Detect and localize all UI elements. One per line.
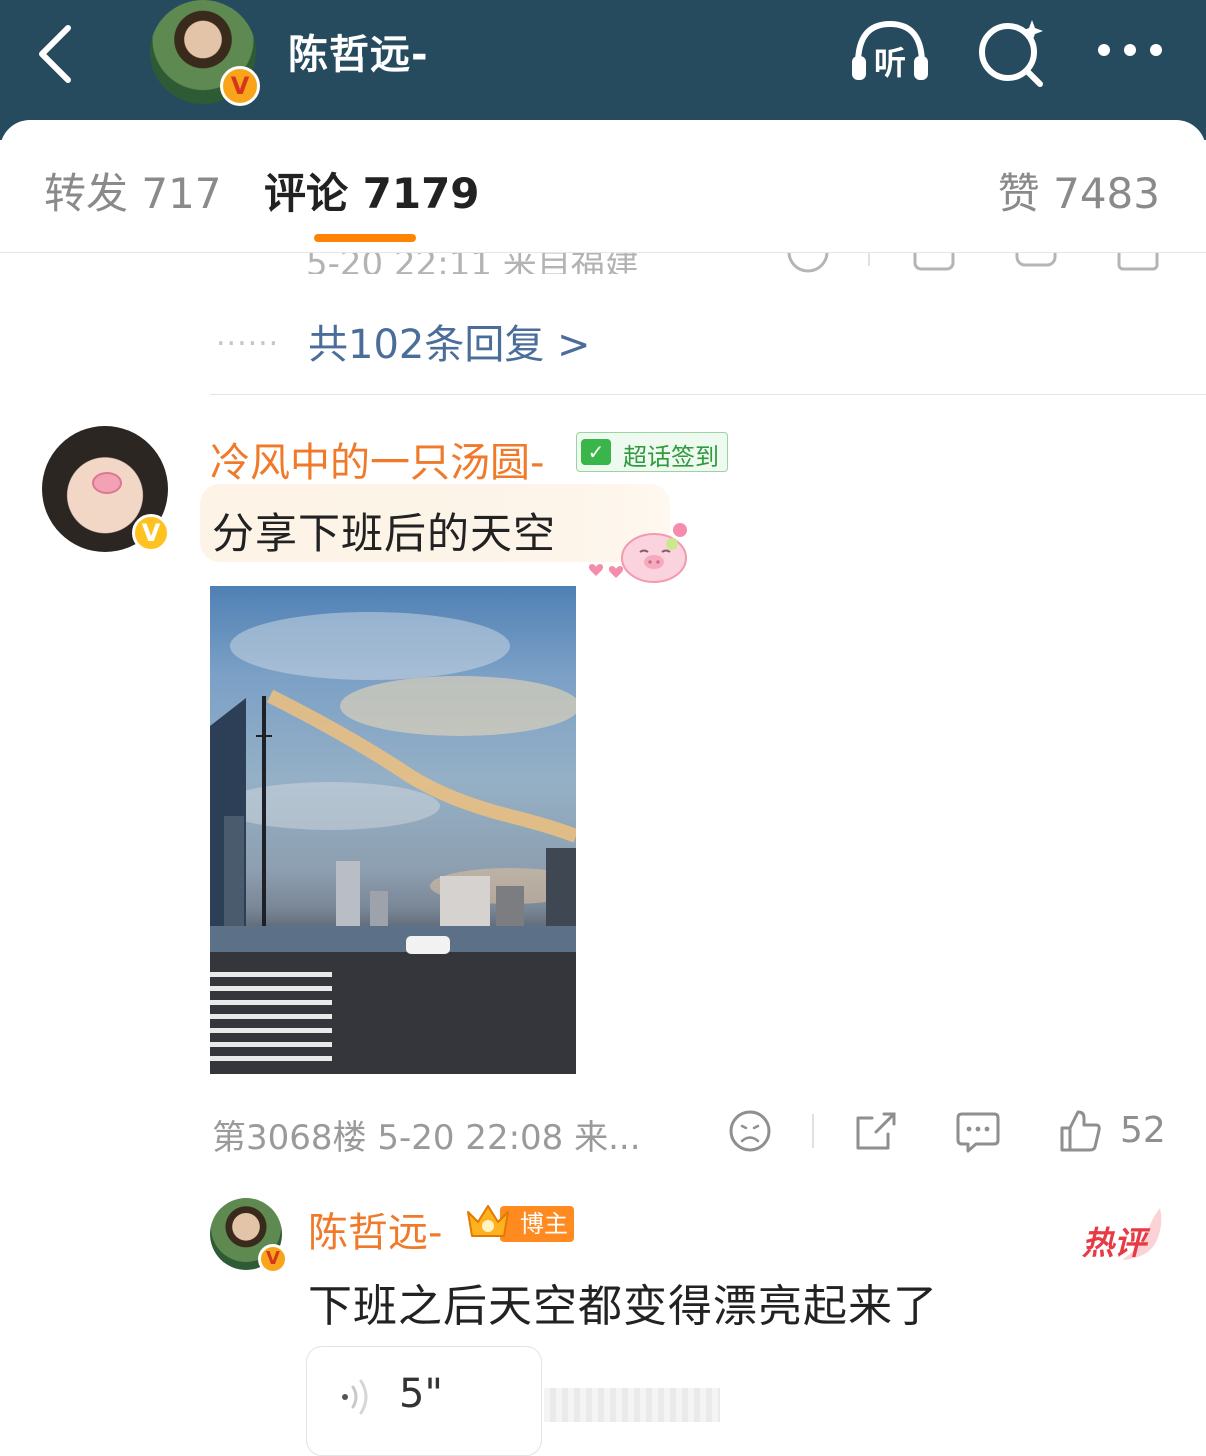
page-title[interactable]: 陈哲远- (288, 22, 429, 80)
back-icon (39, 25, 71, 83)
pig-sticker-icon (588, 523, 687, 583)
comment-meta: 第3068楼 5-20 22:08 来... (212, 1118, 641, 1158)
crown-icon (467, 1205, 509, 1237)
action-separator (812, 1114, 814, 1148)
more-button[interactable] (1090, 14, 1174, 88)
active-tab-indicator (314, 234, 416, 242)
back-button[interactable] (30, 18, 90, 88)
search-icon (979, 20, 1043, 87)
replies-dots: ...... (216, 318, 280, 353)
view-replies-link[interactable]: 共102条回复 > (308, 312, 591, 370)
reply-text: 下班之后天空都变得漂亮起来了 (308, 1281, 938, 1332)
verified-badge: V (220, 66, 260, 106)
reply-author-name[interactable]: 陈哲远- (308, 1200, 442, 1258)
verified-badge: V (258, 1244, 288, 1274)
voice-duration: 5" (399, 1371, 443, 1417)
tab-repost[interactable]: 转发 717 (44, 160, 222, 221)
tab-bar: 转发 717 评论 7179 赞 7483 (0, 120, 1206, 253)
pig-nose-sticker (92, 472, 122, 494)
like-count: 52 (1120, 1110, 1166, 1151)
more-icon (1098, 44, 1162, 56)
share-icon[interactable] (854, 1108, 898, 1154)
hot-comment-label: 热评 (1082, 1224, 1147, 1262)
blurred-content (544, 1388, 720, 1422)
tab-like[interactable]: 赞 7483 (998, 160, 1160, 221)
verified-badge: V (132, 514, 170, 552)
reply-avatar[interactable]: V (210, 1198, 288, 1274)
calendar-check-icon: ✓ (581, 439, 611, 465)
commenter-avatar[interactable]: V (42, 426, 170, 552)
svg-text:听: 听 (874, 44, 906, 82)
search-button[interactable] (970, 14, 1054, 88)
commenter-name[interactable]: 冷风中的一只汤圆- (210, 430, 544, 488)
listen-button[interactable]: 听 (848, 14, 932, 88)
listen-icon: 听 (852, 20, 928, 82)
comment-icon[interactable] (956, 1108, 1000, 1154)
tab-comment[interactable]: 评论 7179 (264, 160, 480, 221)
sky-photo[interactable] (210, 586, 576, 1074)
dislike-icon[interactable] (728, 1108, 772, 1154)
comment-divider (210, 394, 1206, 395)
checkin-badge-label: 超话签到 (623, 443, 719, 471)
voice-wave-icon (342, 1379, 368, 1415)
header-avatar[interactable]: V (150, 0, 260, 106)
hot-comment-badge: 热评 (1082, 1206, 1166, 1262)
voice-message[interactable]: 5" (306, 1346, 542, 1456)
checkin-badge[interactable]: ✓ 超话签到 (576, 432, 728, 472)
like-icon[interactable] (1058, 1108, 1102, 1154)
top-bar: V 陈哲远- 听 (0, 0, 1206, 140)
comment-text: 分享下班后的天空 (212, 509, 557, 558)
sky-photo-art (210, 612, 576, 1074)
